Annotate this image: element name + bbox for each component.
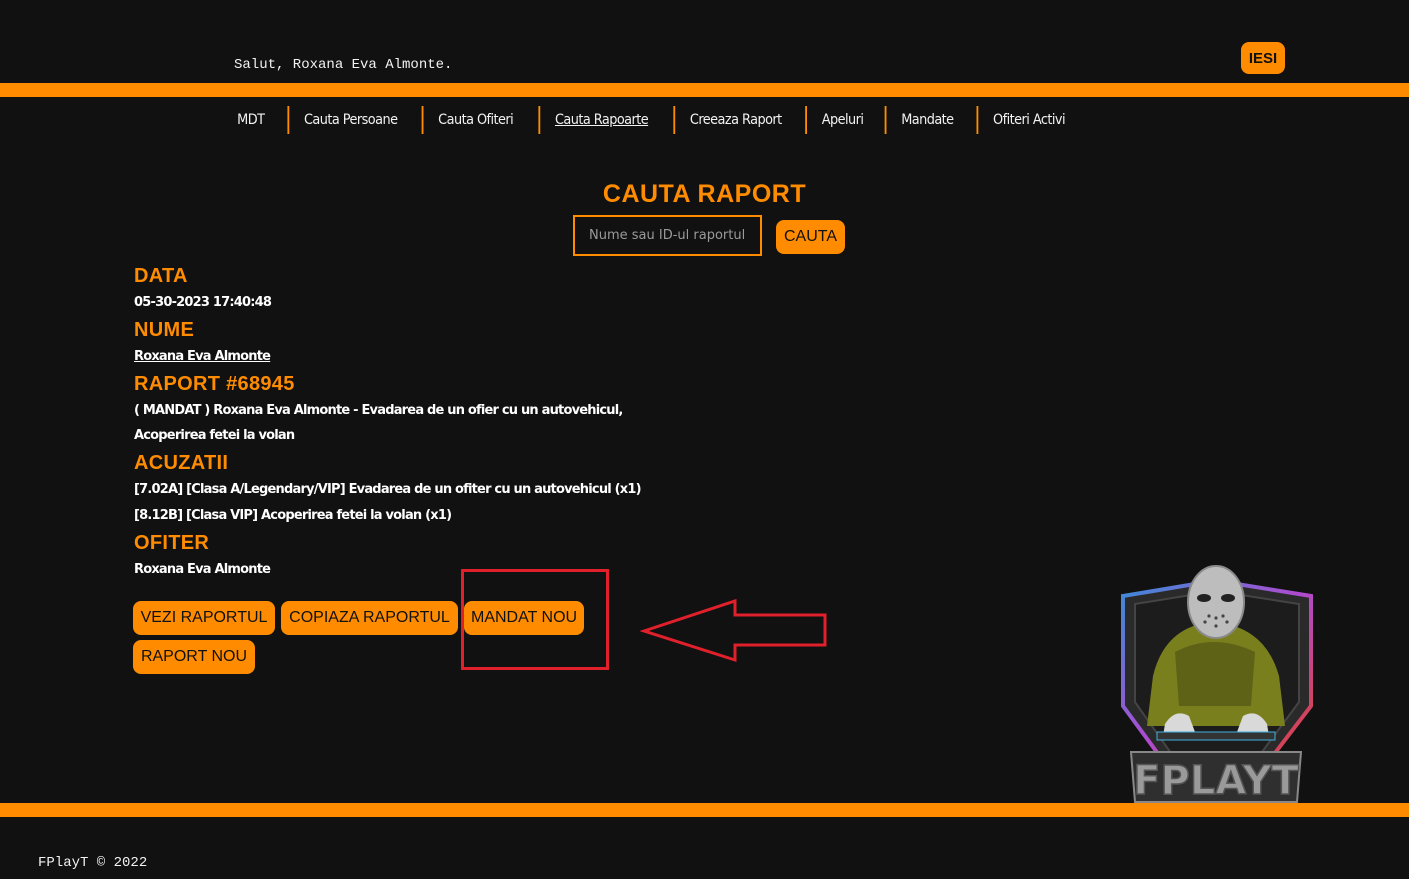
officer-label: OFITER	[134, 532, 210, 554]
nav-item-creeaza-raport[interactable]: Creeaza Raport	[673, 106, 796, 134]
name-label: NUME	[134, 319, 195, 341]
greeting-text: Salut, Roxana Eva Almonte.	[234, 57, 453, 73]
report-text: ( MANDAT ) Roxana Eva Almonte - Evadarea…	[134, 403, 623, 443]
view-report-button[interactable]: VEZI RAPORTUL	[133, 601, 275, 635]
header-divider-bar	[0, 83, 1409, 97]
copy-report-button[interactable]: COPIAZA RAPORTUL	[281, 601, 458, 635]
nav-item-mdt[interactable]: MDT	[222, 106, 279, 134]
nav-item-apeluri[interactable]: Apeluri	[804, 106, 878, 134]
charge-item: [7.02A] [Clasa A/Legendary/VIP] Evadarea…	[134, 482, 642, 497]
page-title: CAUTA RAPORT	[602, 180, 807, 208]
charges-label: ACUZATII	[134, 452, 229, 474]
new-report-button[interactable]: RAPORT NOU	[133, 640, 255, 674]
fplayt-logo-icon: FPLAYT	[1121, 565, 1313, 805]
mdt-page: Salut, Roxana Eva Almonte. IESI MDT Caut…	[0, 0, 1409, 879]
report-number-label: RAPORT #68945	[134, 373, 295, 395]
nav-item-cauta-ofiteri[interactable]: Cauta Ofiteri	[421, 106, 528, 134]
date-value: 05-30-2023 17:40:48	[134, 295, 272, 310]
exit-button[interactable]: IESI	[1241, 42, 1285, 74]
name-value-link[interactable]: Roxana Eva Almonte	[134, 344, 654, 369]
annotation-arrow-icon	[640, 598, 827, 663]
footer-divider-bar	[0, 803, 1409, 817]
nav-item-cauta-rapoarte[interactable]: Cauta Rapoarte	[538, 106, 662, 134]
date-label: DATA	[134, 265, 188, 287]
charge-item: [8.12B] [Clasa VIP] Acoperirea fetei la …	[134, 508, 452, 523]
nav-item-ofiteri-activi[interactable]: Ofiteri Activi	[976, 106, 1079, 134]
search-input[interactable]	[573, 215, 762, 256]
annotation-highlight-box	[461, 569, 609, 670]
nav-item-mandate[interactable]: Mandate	[884, 106, 969, 134]
logo-text: FPLAYT	[1133, 758, 1299, 804]
footer-copyright: FPlayT © 2022	[38, 855, 148, 871]
nav-item-cauta-persoane[interactable]: Cauta Persoane	[287, 106, 412, 134]
search-button[interactable]: CAUTA	[776, 220, 845, 254]
main-nav: MDT Cauta Persoane Cauta Ofiteri Cauta R…	[220, 106, 1084, 134]
